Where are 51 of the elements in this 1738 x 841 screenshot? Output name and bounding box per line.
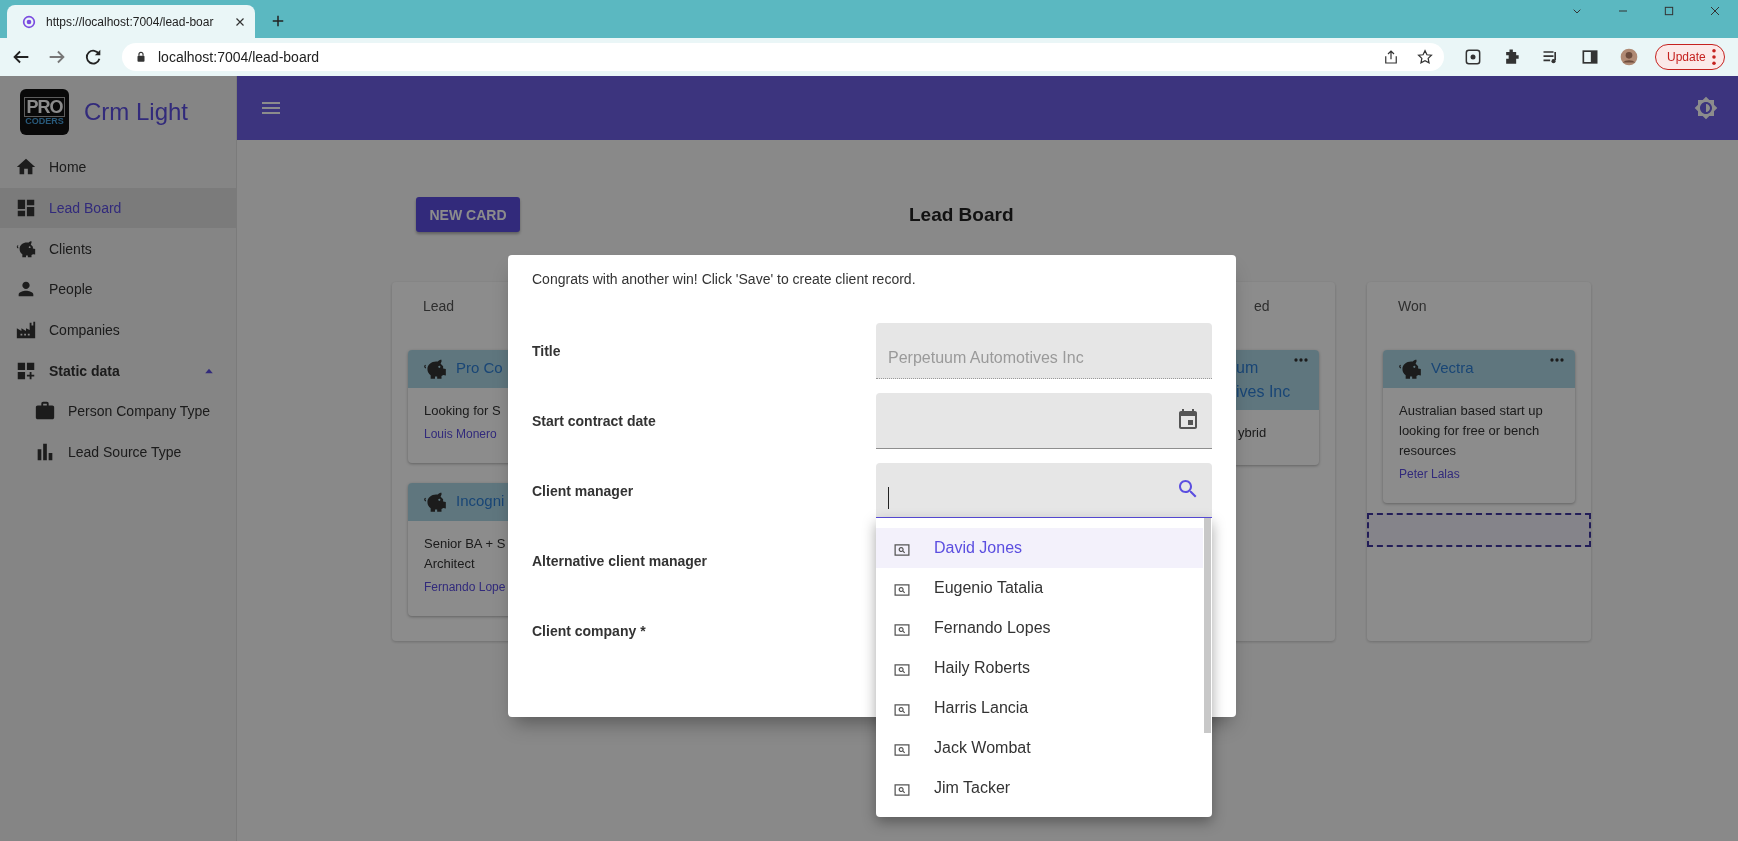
- avatar-icon[interactable]: [1619, 47, 1639, 67]
- field-label: Title: [532, 342, 562, 361]
- nav-item[interactable]: Person Company Type: [0, 391, 236, 432]
- search-field[interactable]: [876, 463, 1212, 519]
- browser-tab[interactable]: https://localhost:7004/lead-boar: [7, 5, 255, 38]
- dropdown-option[interactable]: Jim Tacker: [876, 768, 1203, 808]
- person-link[interactable]: Peter Lalas: [1399, 467, 1559, 481]
- logo: PRO CODERS: [20, 88, 69, 135]
- side-panel-icon[interactable]: [1580, 47, 1600, 67]
- nav-item[interactable]: Lead Board: [0, 187, 236, 229]
- calendar-icon[interactable]: [1176, 407, 1200, 432]
- page-title: Lead Board: [909, 203, 1014, 226]
- star-icon[interactable]: [1416, 48, 1434, 66]
- tab-title: https://localhost:7004/lead-boar: [46, 14, 215, 29]
- address-bar[interactable]: localhost:7004/lead-board: [122, 43, 1444, 71]
- dropdown-option[interactable]: Eugenio Tatalia: [876, 568, 1203, 608]
- field-label: Client manager: [532, 482, 635, 501]
- date-field[interactable]: [876, 393, 1212, 449]
- column-title: Won: [1397, 297, 1428, 316]
- dropdown-option[interactable]: Harris Lancia: [876, 688, 1203, 728]
- column-title: Lead: [422, 297, 456, 316]
- scrollbar[interactable]: [1204, 518, 1211, 733]
- extension-icon[interactable]: [1463, 47, 1483, 67]
- card-description: Looking for S: [424, 402, 501, 420]
- dropdown-option[interactable]: Jack Wombat: [876, 728, 1203, 768]
- nav-item[interactable]: Static data: [0, 350, 236, 392]
- url-text: localhost:7004/lead-board: [158, 49, 320, 65]
- nav-item[interactable]: Lead Source Type: [0, 431, 236, 473]
- new-card-button[interactable]: NEW CARD: [416, 197, 520, 232]
- field-label: Alternative client manager: [532, 552, 709, 571]
- dropdown-option[interactable]: David Jones: [876, 528, 1203, 568]
- update-button[interactable]: Update: [1655, 44, 1725, 70]
- text-cursor: [888, 487, 889, 509]
- nav-item[interactable]: Clients: [0, 228, 236, 270]
- card-description: Senior BA + S Architect: [424, 535, 506, 573]
- app-name: Crm Light: [84, 97, 189, 126]
- nav-item[interactable]: People: [0, 269, 236, 310]
- nav-item[interactable]: Home: [0, 147, 236, 188]
- field-label: Client company *: [532, 622, 647, 641]
- nav-item[interactable]: Companies: [0, 309, 236, 351]
- lead-card[interactable]: Vectra Australian based start up looking for free or bench resources Peter Lalas: [1383, 350, 1575, 503]
- dropdown-option[interactable]: Fernando Lopes: [876, 608, 1203, 648]
- kebab-menu-icon: [1711, 49, 1716, 65]
- column-title: ed: [1253, 297, 1271, 316]
- field-label: Start contract date: [532, 412, 657, 431]
- dialog-message: Congrats with another win! Click 'Save' to create client record.: [532, 271, 917, 289]
- card-description: ybrid: [1238, 424, 1267, 442]
- brightness-icon[interactable]: [1694, 96, 1718, 120]
- card-description: Australian based start up looking for free or bench resources: [1399, 402, 1543, 460]
- dropdown-option[interactable]: Haily Roberts: [876, 648, 1203, 688]
- share-icon[interactable]: [1382, 48, 1400, 66]
